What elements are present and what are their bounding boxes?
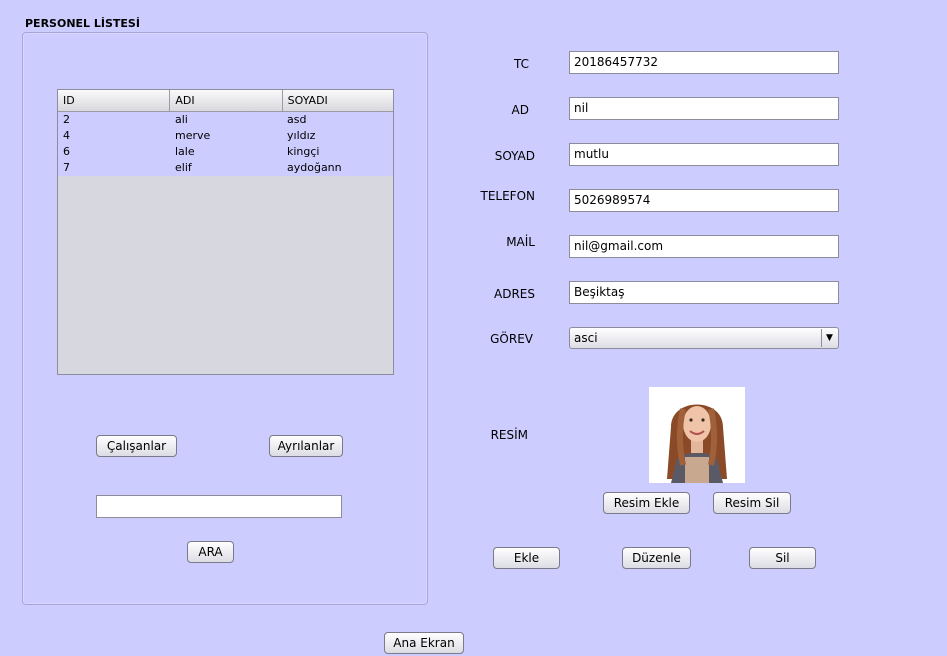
calisanlar-button[interactable]: Çalışanlar — [96, 435, 177, 457]
personnel-table[interactable]: ID ADI SOYADI 2 ali asd 4 merve yıldız 6… — [57, 89, 394, 375]
column-header-id[interactable]: ID — [58, 90, 171, 111]
search-input[interactable] — [96, 495, 342, 518]
resim-ekle-button[interactable]: Resim Ekle — [603, 492, 690, 514]
ekle-button[interactable]: Ekle — [493, 547, 560, 569]
chevron-down-icon[interactable]: ▼ — [821, 329, 837, 347]
telefon-label: TELEFON — [480, 189, 535, 203]
mail-label: MAİL — [506, 235, 535, 249]
table-body: 2 ali asd 4 merve yıldız 6 lale kingçi 7… — [58, 112, 393, 176]
employee-photo-image — [649, 387, 745, 483]
ara-button[interactable]: ARA — [187, 541, 234, 563]
resim-label: RESİM — [490, 428, 528, 442]
gorev-selected-value: asci — [574, 331, 598, 345]
cell-surname: kingçi — [287, 145, 320, 158]
tc-field[interactable]: 20186457732 — [569, 51, 839, 74]
ad-label: AD — [511, 103, 529, 117]
employee-photo — [649, 387, 745, 483]
tc-label: TC — [513, 57, 529, 71]
adres-field[interactable]: Beşiktaş — [569, 281, 839, 304]
cell-name: merve — [175, 129, 211, 142]
table-row[interactable]: 2 ali asd — [58, 112, 393, 128]
column-header-name[interactable]: ADI — [170, 90, 283, 111]
cell-id: 7 — [63, 161, 70, 174]
section-title: PERSONEL LİSTESİ — [25, 17, 140, 30]
cell-name: lale — [175, 145, 195, 158]
ad-field[interactable]: nil — [569, 97, 839, 120]
cell-surname: aydoğann — [287, 161, 342, 174]
cell-surname: asd — [287, 113, 307, 126]
gorev-label: GÖREV — [490, 332, 533, 346]
duzenle-button[interactable]: Düzenle — [622, 547, 691, 569]
telefon-field[interactable]: 5026989574 — [569, 189, 839, 212]
gorev-select[interactable]: asci ▼ — [569, 327, 839, 349]
cell-id: 6 — [63, 145, 70, 158]
cell-id: 2 — [63, 113, 70, 126]
cell-name: ali — [175, 113, 188, 126]
mail-field[interactable]: nil@gmail.com — [569, 235, 839, 258]
cell-name: elif — [175, 161, 192, 174]
soyad-field[interactable]: mutlu — [569, 143, 839, 166]
ana-ekran-button[interactable]: Ana Ekran — [384, 632, 464, 654]
table-header: ID ADI SOYADI — [58, 90, 393, 112]
table-row[interactable]: 4 merve yıldız — [58, 128, 393, 144]
resim-sil-button[interactable]: Resim Sil — [713, 492, 791, 514]
table-row[interactable]: 7 elif aydoğann — [58, 160, 393, 176]
column-header-surname[interactable]: SOYADI — [283, 90, 393, 111]
soyad-label: SOYAD — [494, 149, 535, 163]
cell-id: 4 — [63, 129, 70, 142]
ayrilanlar-button[interactable]: Ayrılanlar — [269, 435, 343, 457]
sil-button[interactable]: Sil — [749, 547, 816, 569]
adres-label: ADRES — [494, 287, 535, 301]
table-row[interactable]: 6 lale kingçi — [58, 144, 393, 160]
cell-surname: yıldız — [287, 129, 316, 142]
